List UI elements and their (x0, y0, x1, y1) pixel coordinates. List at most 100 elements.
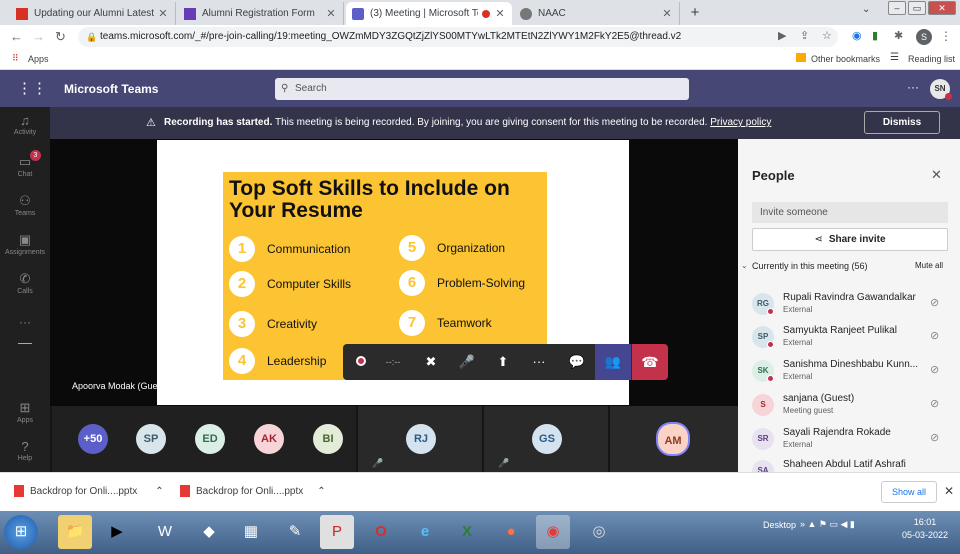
maximize-button[interactable]: ▭ (908, 1, 926, 15)
new-tab-button[interactable]: + (686, 4, 704, 22)
window-close-button[interactable]: ✕ (928, 1, 956, 15)
puzzle-icon[interactable]: ✱ (894, 29, 903, 42)
chrome-icon[interactable]: ◉ (536, 515, 570, 549)
powerpoint-icon[interactable]: P (320, 515, 354, 549)
camera-app-icon[interactable]: ◎ (582, 515, 616, 549)
participant-row[interactable]: RG Rupali Ravindra Gawandalkar External … (752, 291, 952, 323)
word-icon[interactable]: W (148, 515, 182, 549)
participant-row[interactable]: SK Sanishma Dineshbabu Kunn... External … (752, 358, 952, 390)
mute-all-button[interactable]: Mute all (915, 261, 943, 270)
self-avatar[interactable]: AM (656, 422, 690, 456)
download-item[interactable]: Backdrop for Onli....pptx ⌃ (180, 485, 326, 497)
participant-row[interactable]: SP Samyukta Ranjeet Pulikal External ⊘ (752, 324, 952, 356)
browser-tab-naac[interactable]: NAAC ✕ (514, 2, 680, 25)
desktop-toolbar[interactable]: Desktop (763, 520, 796, 530)
rail-activity[interactable]: ♫ Activity (0, 113, 50, 136)
mic-off-icon[interactable]: ⊘ (930, 296, 939, 309)
camera-icon[interactable]: ▶ (778, 29, 786, 42)
rail-assignments[interactable]: ▣ Assignments (0, 232, 50, 256)
more-apps[interactable]: ··· (0, 315, 50, 329)
close-tab-icon[interactable]: ✕ (325, 7, 337, 20)
invite-input[interactable]: Invite someone (752, 202, 948, 223)
download-item[interactable]: Backdrop for Onli....pptx ⌃ (14, 485, 164, 497)
share-icon[interactable]: ⇪ (800, 29, 809, 42)
participants-button[interactable]: 👥 (595, 344, 631, 380)
clock-time[interactable]: 16:01 (910, 517, 940, 527)
participant-avatar[interactable]: RJ (406, 424, 436, 454)
address-bar[interactable]: 🔒 teams.microsoft.com/_#/pre-join-callin… (78, 27, 838, 47)
mic-off-button[interactable]: 🎤 (449, 344, 485, 380)
menu-icon[interactable]: ⋮ (940, 29, 952, 43)
chevron-up-icon[interactable]: ⌃ (155, 486, 163, 497)
paint-icon[interactable]: ✎ (278, 515, 312, 549)
close-tab-icon[interactable]: ✕ (661, 7, 673, 20)
extension-icon[interactable]: ◉ (852, 29, 862, 42)
app-icon[interactable]: ◆ (192, 515, 226, 549)
media-player-icon[interactable]: ▶ (100, 515, 134, 549)
opera-icon[interactable]: O (364, 515, 398, 549)
profile-icon[interactable]: S (916, 29, 932, 45)
firefox-icon[interactable]: ● (494, 515, 528, 549)
reload-icon[interactable]: ↻ (55, 29, 66, 45)
excel-icon[interactable]: X (450, 515, 484, 549)
leave-call-button[interactable]: ☎ (632, 344, 668, 380)
close-tab-icon[interactable]: ✕ (494, 7, 506, 20)
chevron-up-icon[interactable]: ⌃ (317, 486, 325, 497)
start-button[interactable]: ⊞ (4, 515, 38, 549)
tray-icons[interactable]: » ▲ ⚑ ▭ ◀ ▮ (800, 519, 855, 530)
tab-search-icon[interactable]: ⌄ (862, 4, 870, 15)
skill-label: Leadership (267, 354, 327, 368)
mic-off-icon[interactable]: ⊘ (930, 329, 939, 342)
participant-avatar[interactable]: AK (254, 424, 284, 454)
show-all-button[interactable]: Show all (881, 481, 937, 503)
section-header[interactable]: Currently in this meeting (56) (752, 261, 868, 271)
calculator-icon[interactable]: ▦ (234, 515, 268, 549)
browser-tab-gmail[interactable]: Updating our Alumni Latest Reco ✕ (10, 2, 176, 25)
rail-help[interactable]: ? Help (0, 439, 50, 462)
chevron-down-icon[interactable]: ⌄ (741, 261, 748, 270)
clock-date[interactable]: 05-03-2022 (898, 530, 952, 540)
close-downloads-icon[interactable]: ✕ (944, 484, 954, 498)
extension-icon[interactable]: ▮ (872, 29, 878, 42)
back-icon[interactable]: ← (10, 29, 23, 44)
privacy-policy-link[interactable]: Privacy policy (710, 117, 771, 128)
ie-icon[interactable]: e (408, 515, 442, 549)
close-tab-icon[interactable]: ✕ (157, 7, 169, 20)
minimize-button[interactable]: – (888, 1, 906, 15)
apps-grid-icon[interactable]: ⠿ (12, 53, 19, 64)
mic-off-icon[interactable]: ⊘ (930, 397, 939, 410)
rail-calls[interactable]: ✆ Calls (0, 271, 50, 295)
rail-chat[interactable]: ▭ Chat 3 (0, 150, 50, 178)
participant-avatar[interactable]: BI (313, 424, 343, 454)
participant-row[interactable]: SR Sayali Rajendra Rokade External ⊘ (752, 426, 952, 458)
bookmark-star-icon[interactable]: ☆ (822, 29, 832, 42)
rail-apps[interactable]: ⊞ Apps (0, 400, 50, 424)
reading-list[interactable]: Reading list (908, 54, 955, 64)
browser-tab-teams[interactable]: (3) Meeting | Microsoft Teams ✕ (346, 2, 512, 25)
chat-button[interactable]: 💬 (559, 344, 595, 380)
search-input[interactable]: ⚲ Search (275, 78, 689, 100)
participant-avatar[interactable]: SP (136, 424, 166, 454)
other-bookmarks[interactable]: Other bookmarks (811, 54, 880, 64)
participant-avatar[interactable]: ED (195, 424, 225, 454)
overflow-participants[interactable]: +50 (78, 424, 108, 454)
app-launcher-icon[interactable]: ⋮⋮ (17, 79, 47, 97)
explorer-icon[interactable]: 📁 (58, 515, 92, 549)
more-actions-button[interactable]: ··· (521, 344, 557, 380)
mic-off-icon[interactable]: ⊘ (930, 363, 939, 376)
forward-icon[interactable]: → (32, 29, 45, 44)
browser-tab-forms[interactable]: Alumni Registration Form ✕ (178, 2, 344, 25)
apps-bookmark[interactable]: Apps (28, 54, 49, 64)
dismiss-button[interactable]: Dismiss (864, 111, 940, 134)
share-invite-button[interactable]: ⋖ Share invite (752, 228, 948, 251)
participant-avatar[interactable]: GS (532, 424, 562, 454)
camera-off-button[interactable]: ✖ (413, 344, 449, 380)
participant-row[interactable]: SA Shaheen Abdul Latif Ashrafi (752, 458, 952, 472)
close-icon[interactable]: ✕ (931, 167, 942, 183)
more-options-icon[interactable]: ··· (907, 80, 919, 94)
share-screen-button[interactable]: ⬆ (485, 344, 521, 380)
skill-label: Computer Skills (267, 277, 352, 291)
rail-teams[interactable]: ⚇ Teams (0, 193, 50, 217)
participant-row[interactable]: S sanjana (Guest) Meeting guest ⊘ (752, 392, 952, 424)
mic-off-icon[interactable]: ⊘ (930, 431, 939, 444)
